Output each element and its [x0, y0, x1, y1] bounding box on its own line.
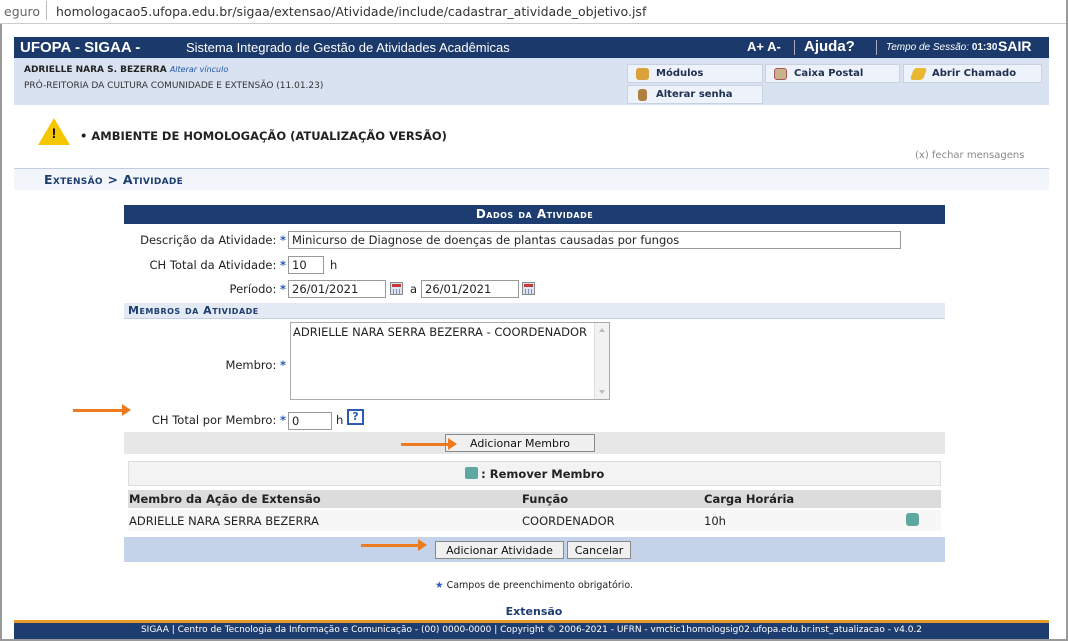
- url-text[interactable]: homologacao5.ufopa.edu.br/sigaa/extensao…: [56, 4, 646, 19]
- member-select-scrollbar[interactable]: [594, 323, 609, 399]
- required-note: Campos de preenchimento obrigatório.: [446, 580, 633, 591]
- period-end-input[interactable]: 26/01/2021: [421, 280, 519, 298]
- row-member: ADRIELLE NARA SERRA BEZERRA: [129, 514, 319, 528]
- annotation-arrow: [73, 404, 131, 416]
- modules-label: Módulos: [656, 68, 704, 79]
- change-link[interactable]: Alterar vínculo: [170, 65, 228, 74]
- required-star: *: [279, 358, 286, 372]
- period-label-row: Período: *: [124, 282, 286, 296]
- ch-member-label: CH Total por Membro:: [151, 413, 277, 427]
- ch-member-input[interactable]: 0: [288, 412, 332, 430]
- members-section-header: Membros da Atividade: [124, 303, 945, 319]
- logout-button[interactable]: SAIR: [998, 38, 1031, 54]
- add-activity-button[interactable]: Adicionar Atividade: [435, 541, 564, 559]
- mailbox-button[interactable]: Caixa Postal: [765, 64, 900, 83]
- change-password-button[interactable]: Alterar senha: [627, 85, 763, 104]
- annotation-arrow: [361, 539, 427, 551]
- trash-icon: [464, 467, 478, 479]
- footer-bar: SIGAA | Centro de Tecnologia da Informaç…: [14, 620, 1049, 639]
- user-name-line: ADRIELLE NARA S. BEZERRA Alterar vínculo: [24, 65, 228, 75]
- scroll-up-icon[interactable]: [599, 328, 605, 332]
- help-icon[interactable]: ?: [347, 409, 364, 425]
- add-member-button[interactable]: Adicionar Membro: [445, 434, 595, 452]
- header-divider: [794, 40, 795, 55]
- calendar-icon[interactable]: [390, 282, 403, 295]
- remove-member-icon[interactable]: [906, 513, 919, 526]
- font-size-controls[interactable]: A+ A-: [747, 39, 781, 54]
- required-star: *: [279, 413, 286, 427]
- remove-legend: : Remover Membro: [128, 461, 941, 486]
- ticket-icon: [909, 68, 928, 80]
- period-start-input[interactable]: 26/01/2021: [288, 280, 386, 298]
- period-separator: a: [410, 282, 418, 296]
- session-time: 01:30: [971, 42, 998, 53]
- change-password-label: Alterar senha: [656, 89, 733, 100]
- required-star-icon: ★: [435, 580, 444, 591]
- scroll-down-icon[interactable]: [599, 390, 605, 394]
- app-brand[interactable]: UFOPA - SIGAA -: [20, 39, 140, 56]
- key-icon: [638, 89, 647, 101]
- row-hours: 10h: [704, 514, 726, 528]
- ch-total-unit: h: [330, 258, 338, 272]
- cancel-button[interactable]: Cancelar: [567, 541, 631, 559]
- ticket-label: Abrir Chamado: [932, 68, 1017, 79]
- description-label: Descrição da Atividade:: [140, 233, 277, 247]
- warning-exclamation: !: [51, 125, 57, 141]
- help-link[interactable]: Ajuda?: [804, 38, 855, 55]
- open-ticket-button[interactable]: Abrir Chamado: [903, 64, 1042, 83]
- col-hours: Carga Horária: [704, 492, 795, 506]
- ch-member-unit: h: [336, 413, 344, 427]
- required-star: *: [279, 233, 286, 247]
- user-info-band: ADRIELLE NARA S. BEZERRA Alterar vínculo…: [14, 58, 1049, 105]
- address-separator: [46, 1, 47, 20]
- table-row: ADRIELLE NARA SERRA BEZERRA COORDENADOR …: [128, 510, 941, 531]
- breadcrumb: Extensão > Atividade: [14, 168, 1049, 190]
- ch-total-input[interactable]: 10: [288, 256, 324, 274]
- required-star: *: [279, 282, 286, 296]
- member-label: Membro:: [225, 358, 277, 372]
- period-label: Período:: [229, 282, 277, 296]
- remove-legend-text: : Remover Membro: [481, 467, 605, 481]
- user-unit: PRÓ-REITORIA DA CULTURA COMUNIDADE E EXT…: [24, 81, 324, 91]
- address-bar[interactable]: eguro homologacao5.ufopa.edu.br/sigaa/ex…: [0, 0, 1066, 24]
- system-name: Sistema Integrado de Gestão de Atividade…: [186, 40, 510, 55]
- row-role: COORDENADOR: [522, 514, 615, 528]
- close-messages-link[interactable]: (x) fechar mensagens: [915, 150, 1024, 161]
- member-option[interactable]: ADRIELLE NARA SERRA BEZERRA - COORDENADO…: [293, 325, 587, 339]
- mailbox-icon: [774, 68, 787, 80]
- warning-message: • AMBIENTE DE HOMOLOGAÇÃO (ATUALIZAÇÃO V…: [80, 129, 447, 143]
- app-header: UFOPA - SIGAA - Sistema Integrado de Ges…: [14, 37, 1049, 58]
- member-label-row: Membro: *: [124, 358, 286, 372]
- col-role: Função: [522, 492, 569, 506]
- required-star: *: [279, 258, 286, 272]
- calendar-icon[interactable]: [522, 282, 535, 295]
- session-timer: Tempo de Sessão: 01:30: [886, 42, 997, 53]
- user-name: ADRIELLE NARA S. BEZERRA: [24, 65, 167, 75]
- form-title: Dados da Atividade: [124, 205, 945, 224]
- footer-module-link[interactable]: Extensão: [0, 605, 1068, 618]
- mailbox-label: Caixa Postal: [794, 68, 864, 79]
- ch-member-label-row: CH Total por Membro: *: [124, 413, 286, 427]
- activity-form: Dados da Atividade Descrição da Atividad…: [124, 205, 945, 564]
- modules-icon: [636, 68, 649, 80]
- member-select[interactable]: ADRIELLE NARA SERRA BEZERRA - COORDENADO…: [290, 322, 610, 400]
- modules-button[interactable]: Módulos: [627, 64, 763, 83]
- description-label-row: Descrição da Atividade: *: [124, 233, 286, 247]
- url-scheme: eguro: [4, 4, 41, 19]
- header-divider: [876, 40, 877, 55]
- col-member: Membro da Ação de Extensão: [129, 492, 321, 506]
- members-table-header: Membro da Ação de Extensão Função Carga …: [128, 490, 941, 508]
- session-label: Tempo de Sessão:: [886, 42, 970, 53]
- ch-total-label-row: CH Total da Atividade: *: [124, 258, 287, 272]
- ch-total-label: CH Total da Atividade:: [149, 258, 277, 272]
- description-input[interactable]: Minicurso de Diagnose de doenças de plan…: [288, 231, 901, 249]
- required-footnote: ★ Campos de preenchimento obrigatório.: [0, 580, 1068, 591]
- annotation-arrow: [401, 438, 457, 450]
